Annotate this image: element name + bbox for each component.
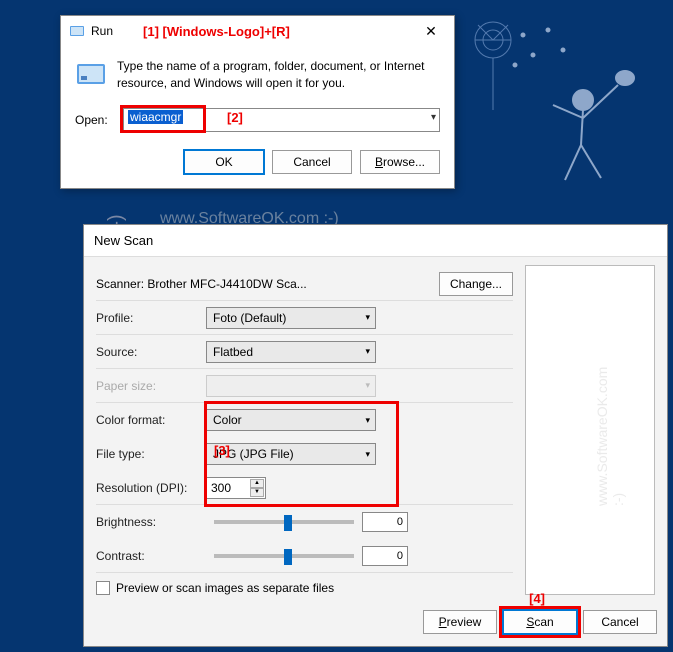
spin-up-icon[interactable]: ▲ [250,479,264,488]
cancel-button[interactable]: Cancel [272,150,352,174]
scan-preview-pane: www.SoftwareOK.com :-) [525,265,655,595]
contrast-value[interactable]: 0 [362,546,408,566]
run-description: Type the name of a program, folder, docu… [117,58,440,92]
open-label: Open: [75,113,113,127]
run-icon [69,23,85,39]
source-label: Source: [96,345,206,359]
ok-button[interactable]: OK [184,150,264,174]
colorformat-label: Color format: [96,413,206,427]
profile-label: Profile: [96,311,206,325]
run-large-icon [75,58,107,90]
profile-select[interactable]: Foto (Default)▾ [206,307,376,329]
spin-down-icon[interactable]: ▼ [250,488,264,497]
browse-button[interactable]: Browse... [360,150,440,174]
annotation-3: [3] [214,443,230,458]
source-select[interactable]: Flatbed▾ [206,341,376,363]
contrast-label: Contrast: [96,549,206,563]
chevron-down-icon: ▾ [365,312,370,323]
preview-separate-label: Preview or scan images as separate files [116,581,334,595]
open-input-value: wiaacmgr [128,110,183,124]
scan-title: New Scan [84,225,667,257]
run-dialog: Run [1] [Windows-Logo]+[R] ✕ Type the na… [60,15,455,189]
annotation-4: [4] [529,591,545,606]
scanner-label: Scanner: Brother MFC-J4410DW Sca... [96,277,307,291]
papersize-select: ▾ [206,375,376,397]
chevron-down-icon: ▾ [365,346,370,357]
filetype-select[interactable]: JPG (JPG File)▾ [206,443,376,465]
preview-separate-checkbox[interactable] [96,581,110,595]
watermark-preview: www.SoftwareOK.com :-) [594,378,626,506]
new-scan-dialog: New Scan Scanner: Brother MFC-J4410DW Sc… [83,224,668,647]
brightness-label: Brightness: [96,515,206,529]
run-titlebar: Run [1] [Windows-Logo]+[R] ✕ [61,16,454,46]
annotation-1: [1] [Windows-Logo]+[R] [143,24,290,39]
chevron-down-icon: ▾ [365,380,370,391]
open-combobox[interactable]: wiaacmgr ▾ [123,108,440,132]
run-title-text: Run [91,24,113,38]
chevron-down-icon: ▾ [365,415,370,426]
decorative-dandelion-image [453,10,653,230]
brightness-slider[interactable] [214,520,354,524]
contrast-slider[interactable] [214,554,354,558]
change-button[interactable]: Change... [439,272,513,296]
papersize-label: Paper size: [96,379,206,393]
resolution-spinbox[interactable]: 300▲▼ [206,477,266,499]
preview-button[interactable]: Preview [423,610,497,634]
brightness-value[interactable]: 0 [362,512,408,532]
filetype-label: File type: [96,447,206,461]
colorformat-select[interactable]: Color▾ [206,409,376,431]
close-button[interactable]: ✕ [416,21,446,41]
resolution-label: Resolution (DPI): [96,481,206,495]
chevron-down-icon[interactable]: ▾ [431,112,436,123]
chevron-down-icon: ▾ [365,449,370,460]
scan-button[interactable]: Scan [503,610,577,634]
scan-cancel-button[interactable]: Cancel [583,610,657,634]
